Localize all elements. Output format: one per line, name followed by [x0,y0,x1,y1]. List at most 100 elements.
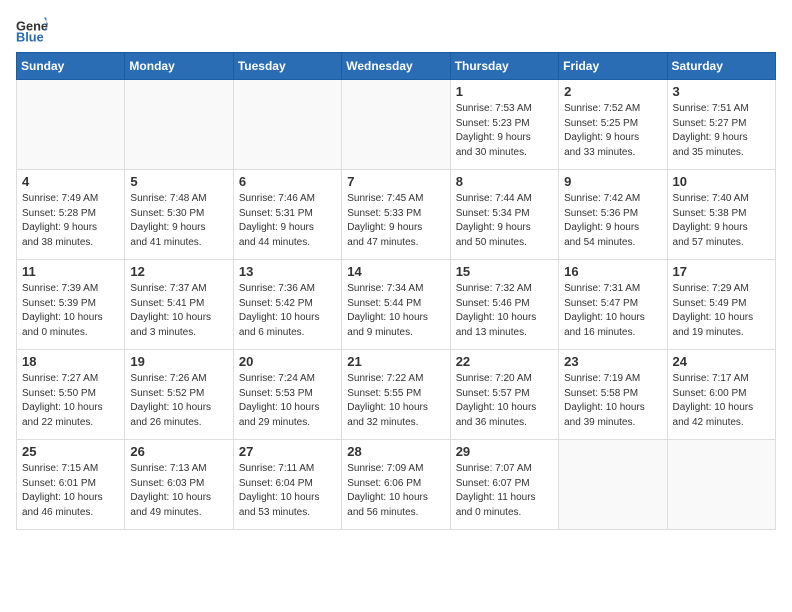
day-number: 15 [456,264,553,279]
calendar-cell [342,80,450,170]
day-info: Sunrise: 7:27 AM Sunset: 5:50 PM Dayligh… [22,372,119,430]
day-number: 6 [239,174,336,189]
day-number: 25 [22,444,119,459]
day-number: 23 [564,354,661,369]
day-number: 1 [456,84,553,99]
calendar-cell: 19Sunrise: 7:26 AM Sunset: 5:52 PM Dayli… [125,350,233,440]
day-number: 16 [564,264,661,279]
day-number: 19 [130,354,227,369]
day-info: Sunrise: 7:20 AM Sunset: 5:57 PM Dayligh… [456,372,553,430]
day-info: Sunrise: 7:34 AM Sunset: 5:44 PM Dayligh… [347,282,444,340]
day-of-week-header: Tuesday [233,53,341,80]
day-number: 12 [130,264,227,279]
day-info: Sunrise: 7:31 AM Sunset: 5:47 PM Dayligh… [564,282,661,340]
day-number: 27 [239,444,336,459]
day-number: 22 [456,354,553,369]
day-number: 2 [564,84,661,99]
day-number: 5 [130,174,227,189]
day-info: Sunrise: 7:36 AM Sunset: 5:42 PM Dayligh… [239,282,336,340]
calendar-cell: 24 Sunrise: 7:17 AM Sunset: 6:00 PM Dayli… [667,350,775,440]
calendar-cell: 10 Sunrise: 7:40 AM Sunset: 5:38 PM Dayli… [667,170,775,260]
calendar-cell: 25 Sunrise: 7:15 AM Sunset: 6:01 PM Dayli… [17,440,125,530]
calendar-cell: 28Sunrise: 7:09 AM Sunset: 6:06 PM Dayli… [342,440,450,530]
calendar-cell [559,440,667,530]
calendar-week-row: 25 Sunrise: 7:15 AM Sunset: 6:01 PM Dayli… [17,440,776,530]
day-info: Sunrise: 7:52 AM Sunset: 5:25 PM Dayligh… [564,102,661,160]
day-of-week-header: Wednesday [342,53,450,80]
day-number: 13 [239,264,336,279]
day-info: Sunrise: 7:48 AM Sunset: 5:30 PM Dayligh… [130,192,227,250]
day-number: 8 [456,174,553,189]
calendar-cell: 2 Sunrise: 7:52 AM Sunset: 5:25 PM Daylig… [559,80,667,170]
day-info: Sunrise: 7:29 AM Sunset: 5:49 PM Dayligh… [673,282,770,340]
calendar-cell: 16 Sunrise: 7:31 AM Sunset: 5:47 PM Dayli… [559,260,667,350]
day-number: 10 [673,174,770,189]
day-number: 4 [22,174,119,189]
day-number: 20 [239,354,336,369]
day-info: Sunrise: 7:19 AM Sunset: 5:58 PM Dayligh… [564,372,661,430]
calendar-table: SundayMondayTuesdayWednesdayThursdayFrid… [16,52,776,530]
day-info: Sunrise: 7:39 AM Sunset: 5:39 PM Dayligh… [22,282,119,340]
calendar-cell: 18 Sunrise: 7:27 AM Sunset: 5:50 PM Dayli… [17,350,125,440]
day-of-week-header: Monday [125,53,233,80]
calendar-header: SundayMondayTuesdayWednesdayThursdayFrid… [17,53,776,80]
calendar-cell: 3 Sunrise: 7:51 AM Sunset: 5:27 PM Daylig… [667,80,775,170]
day-info: Sunrise: 7:15 AM Sunset: 6:01 PM Dayligh… [22,462,119,520]
logo: General Blue [16,16,52,44]
day-info: Sunrise: 7:17 AM Sunset: 6:00 PM Dayligh… [673,372,770,430]
calendar-cell: 15 Sunrise: 7:32 AM Sunset: 5:46 PM Dayli… [450,260,558,350]
calendar-cell: 5 Sunrise: 7:48 AM Sunset: 5:30 PM Daylig… [125,170,233,260]
calendar-cell: 26 Sunrise: 7:13 AM Sunset: 6:03 PM Dayli… [125,440,233,530]
day-info: Sunrise: 7:32 AM Sunset: 5:46 PM Dayligh… [456,282,553,340]
calendar-cell [125,80,233,170]
day-info: Sunrise: 7:09 AM Sunset: 6:06 PM Dayligh… [347,462,444,520]
calendar-cell: 21 Sunrise: 7:22 AM Sunset: 5:55 PM Dayli… [342,350,450,440]
day-number: 26 [130,444,227,459]
day-info: Sunrise: 7:13 AM Sunset: 6:03 PM Dayligh… [130,462,227,520]
calendar-cell: 27 Sunrise: 7:11 AM Sunset: 6:04 PM Dayli… [233,440,341,530]
calendar-cell: 14 Sunrise: 7:34 AM Sunset: 5:44 PM Dayli… [342,260,450,350]
day-info: Sunrise: 7:44 AM Sunset: 5:34 PM Dayligh… [456,192,553,250]
day-number: 14 [347,264,444,279]
svg-text:Blue: Blue [16,30,44,44]
calendar-cell: 6Sunrise: 7:46 AM Sunset: 5:31 PM Daylig… [233,170,341,260]
day-number: 9 [564,174,661,189]
calendar-cell: 8 Sunrise: 7:44 AM Sunset: 5:34 PM Daylig… [450,170,558,260]
calendar-cell: 4 Sunrise: 7:49 AM Sunset: 5:28 PM Daylig… [17,170,125,260]
calendar-body: 1Sunrise: 7:53 AM Sunset: 5:23 PM Daylig… [17,80,776,530]
calendar-week-row: 11Sunrise: 7:39 AM Sunset: 5:39 PM Dayli… [17,260,776,350]
day-info: Sunrise: 7:22 AM Sunset: 5:55 PM Dayligh… [347,372,444,430]
calendar-cell: 9 Sunrise: 7:42 AM Sunset: 5:36 PM Daylig… [559,170,667,260]
day-number: 18 [22,354,119,369]
calendar-cell [17,80,125,170]
day-of-week-header: Saturday [667,53,775,80]
calendar-cell: 29Sunrise: 7:07 AM Sunset: 6:07 PM Dayli… [450,440,558,530]
logo-icon: General Blue [16,16,48,44]
day-number: 24 [673,354,770,369]
day-info: Sunrise: 7:51 AM Sunset: 5:27 PM Dayligh… [673,102,770,160]
day-info: Sunrise: 7:40 AM Sunset: 5:38 PM Dayligh… [673,192,770,250]
calendar-week-row: 18 Sunrise: 7:27 AM Sunset: 5:50 PM Dayli… [17,350,776,440]
day-number: 17 [673,264,770,279]
day-info: Sunrise: 7:11 AM Sunset: 6:04 PM Dayligh… [239,462,336,520]
calendar-week-row: 1Sunrise: 7:53 AM Sunset: 5:23 PM Daylig… [17,80,776,170]
day-info: Sunrise: 7:24 AM Sunset: 5:53 PM Dayligh… [239,372,336,430]
calendar-cell [667,440,775,530]
calendar-cell: 7Sunrise: 7:45 AM Sunset: 5:33 PM Daylig… [342,170,450,260]
day-info: Sunrise: 7:37 AM Sunset: 5:41 PM Dayligh… [130,282,227,340]
day-number: 3 [673,84,770,99]
calendar-cell: 22 Sunrise: 7:20 AM Sunset: 5:57 PM Dayli… [450,350,558,440]
day-info: Sunrise: 7:49 AM Sunset: 5:28 PM Dayligh… [22,192,119,250]
days-of-week-row: SundayMondayTuesdayWednesdayThursdayFrid… [17,53,776,80]
day-number: 29 [456,444,553,459]
day-of-week-header: Friday [559,53,667,80]
calendar-cell: 1Sunrise: 7:53 AM Sunset: 5:23 PM Daylig… [450,80,558,170]
calendar-cell: 23 Sunrise: 7:19 AM Sunset: 5:58 PM Dayli… [559,350,667,440]
day-of-week-header: Sunday [17,53,125,80]
day-number: 21 [347,354,444,369]
calendar-cell: 20 Sunrise: 7:24 AM Sunset: 5:53 PM Dayli… [233,350,341,440]
calendar-cell: 12 Sunrise: 7:37 AM Sunset: 5:41 PM Dayli… [125,260,233,350]
day-info: Sunrise: 7:42 AM Sunset: 5:36 PM Dayligh… [564,192,661,250]
calendar-cell: 17 Sunrise: 7:29 AM Sunset: 5:49 PM Dayli… [667,260,775,350]
calendar-cell [233,80,341,170]
